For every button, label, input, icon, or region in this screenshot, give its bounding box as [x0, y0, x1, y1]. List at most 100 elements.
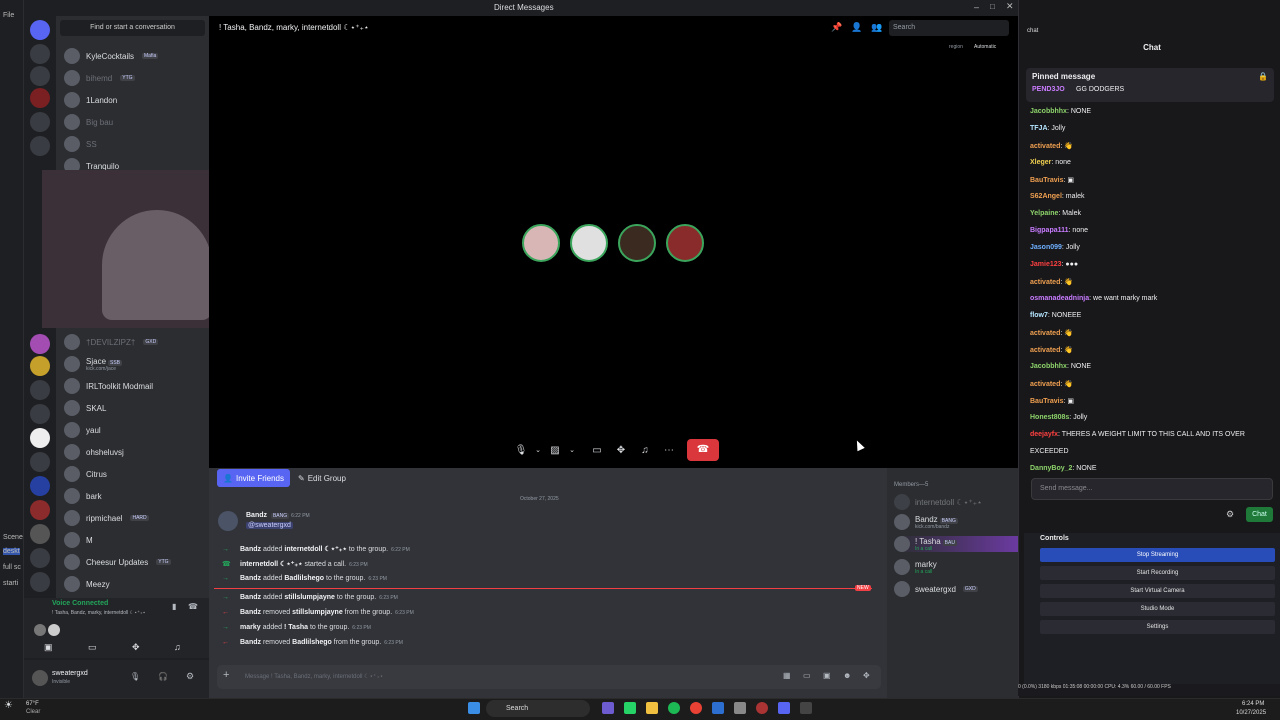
disconnect-icon[interactable]: ☎ — [188, 602, 198, 611]
participant-avatar[interactable] — [522, 224, 560, 262]
close-icon[interactable]: ✕ — [1006, 1, 1014, 12]
chat-username[interactable]: Yelpaine — [1030, 210, 1058, 217]
taskbar-search[interactable]: Search — [486, 700, 590, 717]
message-author[interactable]: Bandz — [246, 512, 267, 519]
apps-icon[interactable]: ✥ — [863, 671, 870, 680]
member-item[interactable]: internetdoll ☾⋆⁺₊⋆ — [894, 494, 982, 510]
mention[interactable]: @sweatergxd — [246, 522, 293, 529]
actor[interactable]: Bandz — [240, 639, 261, 646]
studio-mode-button[interactable]: Studio Mode — [1040, 602, 1275, 616]
obs-scene-item[interactable]: deskt — [3, 548, 20, 555]
target[interactable]: ! Tasha — [284, 624, 308, 631]
activities-icon[interactable]: ✥ — [612, 442, 630, 460]
weather-icon[interactable]: ☀ — [4, 700, 13, 711]
server-icon[interactable] — [30, 428, 50, 448]
chat-username[interactable]: Xleger — [1030, 159, 1051, 166]
more-icon[interactable]: ⋯ — [660, 442, 678, 460]
target[interactable]: stillslumpjayne — [284, 594, 335, 601]
chat-username[interactable]: Jacobbhhx — [1030, 108, 1067, 115]
app-icon[interactable] — [712, 702, 724, 714]
chat-username[interactable]: activated — [1030, 143, 1060, 150]
chat-username[interactable]: activated — [1030, 330, 1060, 337]
server-icon[interactable] — [30, 500, 50, 520]
dm-item[interactable]: bihemd YTG — [64, 68, 135, 88]
start-virtual-camera-button[interactable]: Start Virtual Camera — [1040, 584, 1275, 598]
dm-item[interactable]: SS — [64, 134, 97, 154]
windows-start-icon[interactable] — [468, 702, 480, 714]
gift-icon[interactable]: ▦ — [783, 671, 791, 680]
participant-avatar[interactable] — [570, 224, 608, 262]
members-icon[interactable]: 👥 — [871, 22, 882, 33]
dm-item[interactable]: Cheesur Updates YTG — [64, 552, 171, 572]
participant-avatar[interactable] — [666, 224, 704, 262]
invite-friends-button[interactable]: 👤 Invite Friends — [217, 469, 290, 487]
activities-icon[interactable]: ✥ — [132, 642, 140, 653]
app-icon[interactable] — [734, 702, 746, 714]
avatar[interactable] — [32, 670, 48, 686]
screenshare-icon[interactable]: ▭ — [88, 642, 97, 653]
chat-username[interactable]: Honest808s — [1030, 414, 1069, 421]
member-item[interactable]: ! Tasha BAU In a call — [894, 536, 1018, 552]
dm-item[interactable]: †DEVILZIPZ† GXD — [64, 332, 159, 352]
server-icon[interactable] — [30, 88, 50, 108]
end-call-button[interactable]: ☎ — [687, 439, 719, 461]
stop-streaming-button[interactable]: Stop Streaming — [1040, 548, 1275, 562]
server-icon[interactable] — [30, 66, 50, 86]
actor[interactable]: Bandz — [240, 546, 261, 553]
pin-icon[interactable]: 📌 — [831, 22, 842, 33]
start-recording-button[interactable]: Start Recording — [1040, 566, 1275, 580]
dm-item[interactable]: 1Landon — [64, 90, 117, 110]
spotify-icon[interactable] — [668, 702, 680, 714]
server-icon[interactable] — [30, 452, 50, 472]
discord-icon[interactable] — [778, 702, 790, 714]
signal-icon[interactable]: ▮ — [172, 602, 176, 611]
gif-icon[interactable]: ▭ — [803, 671, 811, 680]
dm-item[interactable]: yaul — [64, 420, 101, 440]
dm-item[interactable]: M — [64, 530, 93, 550]
actor[interactable]: Bandz — [240, 609, 261, 616]
participant-avatar[interactable] — [618, 224, 656, 262]
app-icon[interactable] — [756, 702, 768, 714]
pinned-message[interactable]: Pinned message PEND3JO GG DODGERS 🔒 — [1026, 68, 1274, 102]
dm-item[interactable]: KyleCocktails Mafia — [64, 46, 159, 66]
actor[interactable]: internetdoll ☾⋆⁺₊⋆ — [240, 561, 302, 568]
server-icon[interactable] — [30, 334, 50, 354]
actor[interactable]: Bandz — [240, 594, 261, 601]
plus-icon[interactable]: + — [223, 669, 229, 681]
dm-item[interactable]: ripmichael HARD — [64, 508, 149, 528]
chat-username[interactable]: activated — [1030, 347, 1060, 354]
chat-username[interactable]: activated — [1030, 279, 1060, 286]
chat-username[interactable]: BauTravis — [1030, 398, 1063, 405]
dm-item[interactable]: Big bau — [64, 112, 113, 132]
dm-item[interactable]: Meezy — [64, 574, 110, 594]
obs-file-menu[interactable]: File — [3, 12, 14, 19]
actor[interactable]: Bandz — [240, 575, 261, 582]
message-input[interactable]: + Message ! Tasha, Bandz, marky, interne… — [217, 665, 881, 689]
server-icon[interactable] — [30, 548, 50, 568]
chat-username[interactable]: Jacobbhhx — [1030, 363, 1067, 370]
settings-button[interactable]: Settings — [1040, 620, 1275, 634]
dm-item[interactable]: Sjace SSB kick.com/jace — [64, 354, 123, 374]
soundboard-icon[interactable]: ♫ — [174, 642, 181, 652]
soundboard-icon[interactable]: ♫ — [636, 442, 654, 460]
member-item[interactable]: Bandz BANG kick.com/bandz — [894, 514, 958, 530]
target[interactable]: internetdoll ☾⋆⁺₊⋆ — [284, 546, 346, 553]
obs-scene-item[interactable]: full sc — [3, 564, 21, 571]
server-icon[interactable] — [30, 572, 50, 592]
settings-icon[interactable]: ⚙ — [1226, 509, 1234, 520]
server-icon[interactable] — [30, 380, 50, 400]
app-icon[interactable] — [602, 702, 614, 714]
send-message-input[interactable]: Send message... — [1031, 478, 1273, 500]
camera-icon[interactable]: ▣ — [44, 642, 53, 653]
microphone-icon[interactable]: 🎙 — [512, 442, 530, 460]
chat-send-button[interactable]: Chat — [1246, 507, 1273, 522]
chrome-icon[interactable] — [690, 702, 702, 714]
obs-scene-item[interactable]: starti — [3, 580, 18, 587]
target[interactable]: Badlilshego — [284, 575, 324, 582]
chat-username[interactable]: Jamie123 — [1030, 261, 1062, 268]
sticker-icon[interactable]: ▣ — [823, 671, 831, 680]
find-conversation-button[interactable]: Find or start a conversation — [60, 20, 205, 36]
app-icon[interactable] — [800, 702, 812, 714]
camera-off-icon[interactable]: ▨ — [546, 442, 564, 460]
chat-username[interactable]: osmanadeadninja — [1030, 295, 1089, 302]
